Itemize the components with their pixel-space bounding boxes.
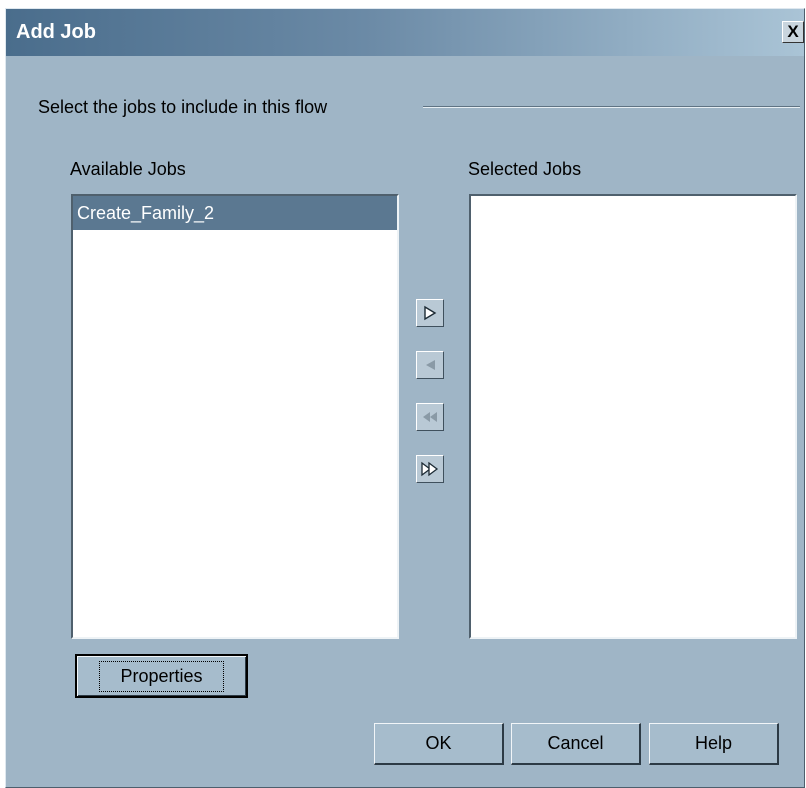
list-item[interactable]: Create_Family_2 bbox=[73, 196, 397, 230]
group-label: Select the jobs to include in this flow bbox=[38, 97, 328, 117]
selected-jobs-label: Selected Jobs bbox=[468, 159, 582, 179]
ok-button[interactable]: OK bbox=[374, 723, 504, 765]
window-title: Add Job bbox=[16, 21, 96, 43]
properties-button-label: Properties bbox=[99, 660, 224, 692]
cancel-button[interactable]: Cancel bbox=[511, 723, 641, 765]
add-job-dialog: Add Job X Select the jobs to include in … bbox=[5, 8, 805, 788]
selected-jobs-list[interactable] bbox=[469, 194, 797, 639]
help-button[interactable]: Help bbox=[649, 723, 779, 765]
move-left-button[interactable] bbox=[416, 351, 444, 379]
move-right-button[interactable] bbox=[416, 299, 444, 327]
group-divider bbox=[423, 106, 800, 108]
move-all-right-icon bbox=[421, 461, 439, 477]
available-jobs-label: Available Jobs bbox=[70, 159, 186, 179]
move-right-icon bbox=[424, 305, 437, 321]
move-all-right-button[interactable] bbox=[416, 455, 444, 483]
properties-button[interactable]: Properties bbox=[75, 654, 248, 698]
move-left-icon bbox=[426, 360, 435, 370]
move-all-left-icon bbox=[423, 412, 437, 422]
available-jobs-list[interactable]: Create_Family_2 bbox=[71, 194, 399, 639]
title-bar[interactable]: Add Job X bbox=[6, 9, 804, 56]
move-all-left-button[interactable] bbox=[416, 403, 444, 431]
close-icon[interactable]: X bbox=[782, 21, 804, 43]
